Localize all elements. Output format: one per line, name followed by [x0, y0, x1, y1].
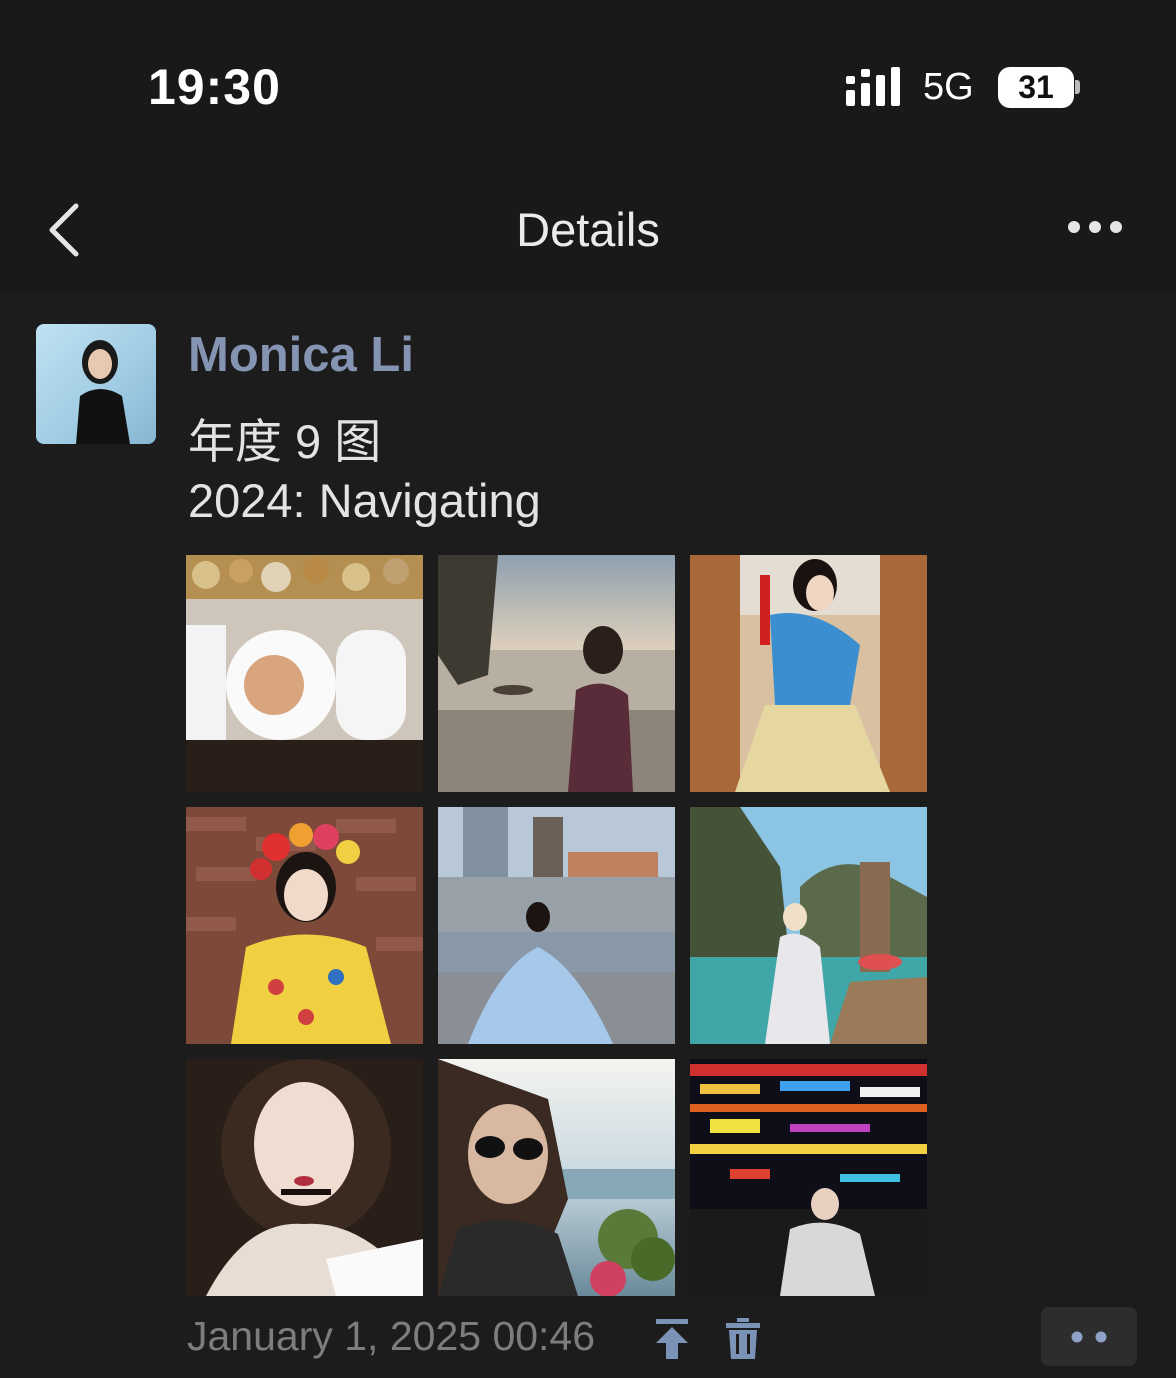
nav-bar: Details — [0, 160, 1176, 293]
post-timestamp: January 1, 2025 00:46 — [187, 1313, 596, 1359]
moment-post: Monica Li 年度 9 图 2024: Navigating Januar… — [0, 293, 1176, 1378]
ellipsis-icon[interactable] — [1060, 215, 1130, 239]
pin-to-top-icon[interactable] — [654, 1317, 690, 1361]
battery-indicator: 31 — [998, 67, 1074, 108]
post-text-line1: 年度 9 图 — [188, 415, 382, 468]
battery-level: 31 — [1018, 69, 1054, 105]
trash-icon[interactable] — [725, 1317, 761, 1361]
photo-award-backdrop[interactable] — [186, 555, 423, 792]
photo-sunglasses-selfie[interactable] — [438, 1059, 675, 1296]
photo-boat-bay[interactable] — [690, 807, 927, 1044]
photo-closeup-portrait[interactable] — [186, 1059, 423, 1296]
photo-night-street[interactable] — [690, 1059, 927, 1296]
network-label: 5G — [923, 66, 974, 108]
comment-dots-icon — [1071, 1331, 1107, 1343]
page-title: Details — [516, 203, 660, 256]
avatar[interactable] — [36, 324, 156, 444]
signal-icon — [846, 67, 900, 106]
battery-tip — [1075, 80, 1080, 94]
photo-lakeside-sunset[interactable] — [438, 555, 675, 792]
avatar-image — [76, 340, 130, 444]
status-bar: 19:30 5G 31 — [0, 0, 1176, 160]
author-name[interactable]: Monica Li — [188, 327, 414, 383]
photo-blue-gown-bund[interactable] — [438, 807, 675, 1044]
status-time: 19:30 — [148, 59, 281, 115]
comment-button[interactable] — [1041, 1307, 1137, 1366]
photo-floral-crown[interactable] — [186, 807, 423, 1044]
post-text-line2: 2024: Navigating — [188, 474, 541, 527]
photo-hanbok-portrait[interactable] — [690, 555, 927, 792]
photo-grid — [186, 555, 927, 1296]
